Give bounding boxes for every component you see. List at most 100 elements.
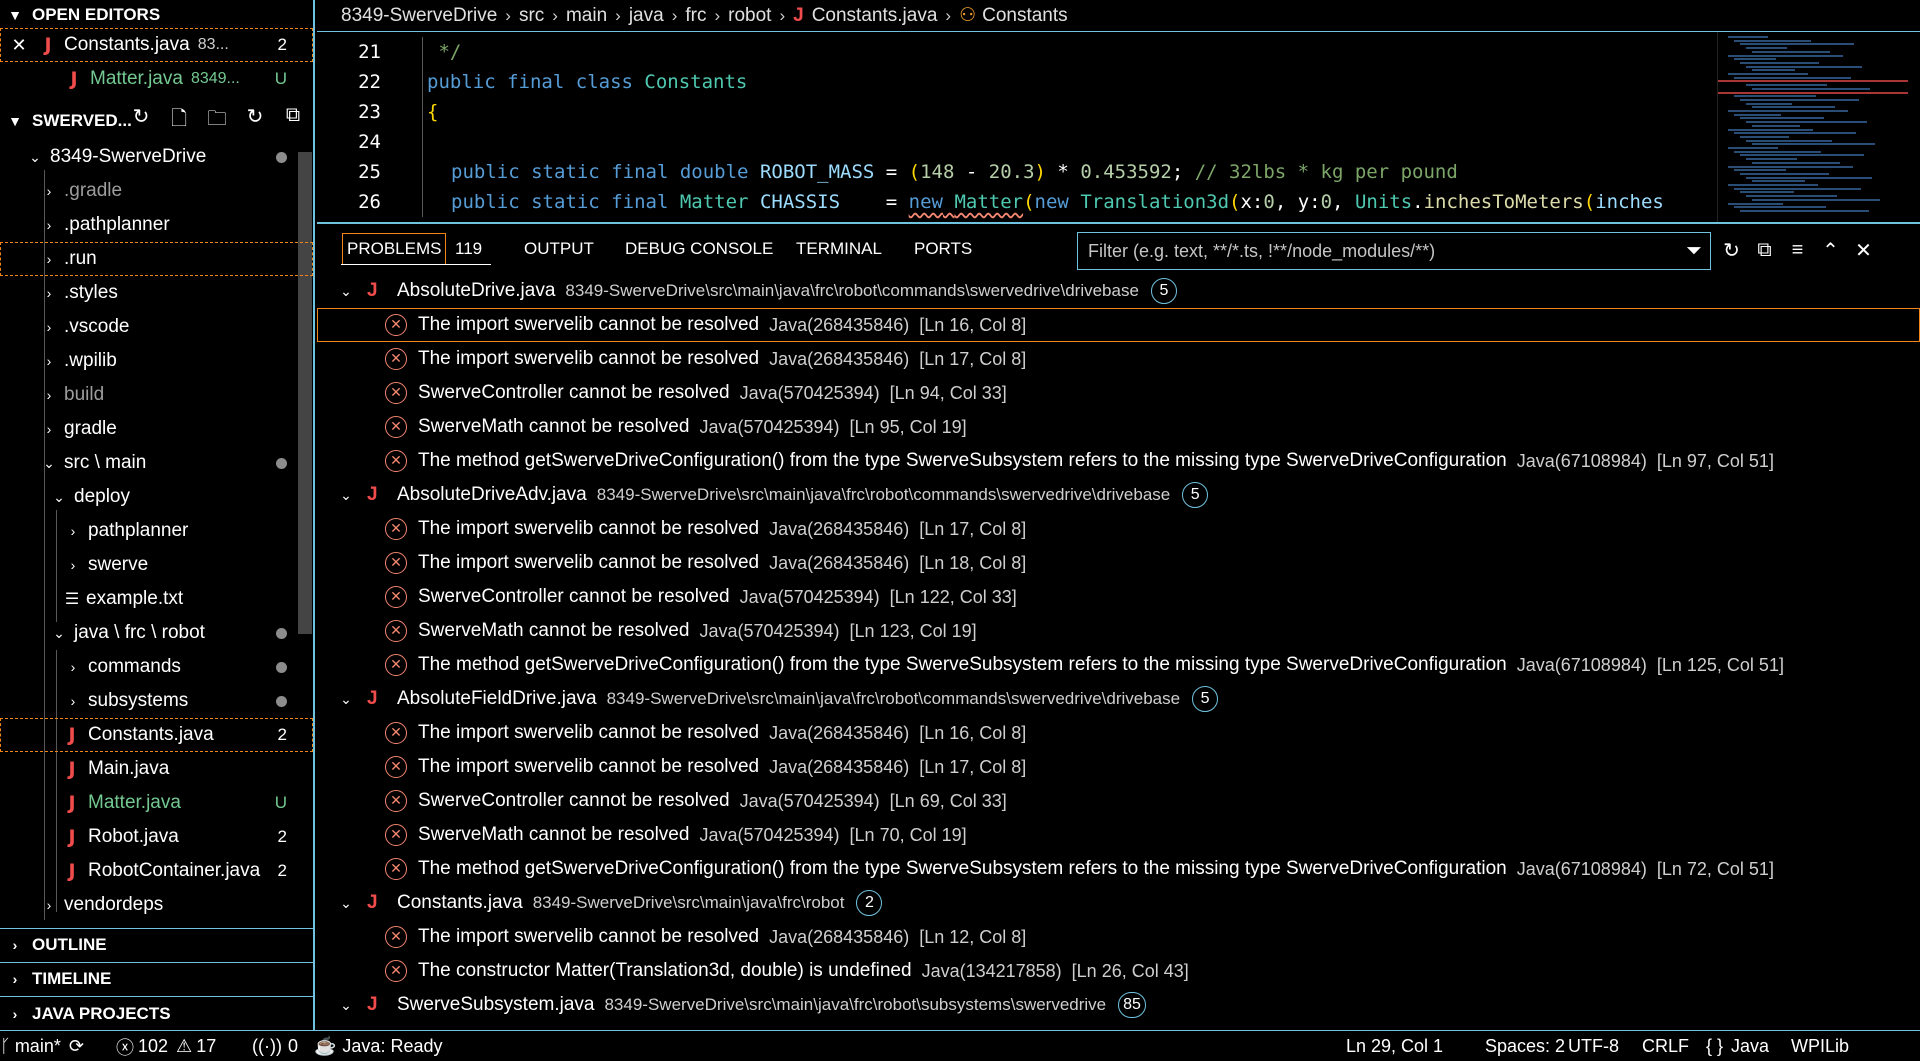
eol-status[interactable]: CRLF (1642, 1031, 1689, 1061)
breadcrumb-item[interactable]: 8349-SwerveDrive (341, 5, 497, 27)
tree-item-build[interactable]: › build (0, 378, 313, 412)
problem-file-group[interactable]: ⌄ J AbsoluteFieldDrive.java 8349-SwerveDriv… (317, 682, 1920, 716)
breadcrumb-item[interactable]: java (629, 5, 664, 27)
problem-item[interactable]: ✕ SwerveMath cannot be resolved Java(57042… (317, 410, 1920, 444)
tree-item-styles[interactable]: › .styles (0, 276, 313, 310)
tree-item-commands[interactable]: › commands (0, 650, 313, 684)
code-line[interactable]: 24 (317, 127, 1717, 157)
tree-item-run[interactable]: › .run (0, 242, 313, 276)
problem-item[interactable]: ✕ The constructor Matter(Translation3d, d… (317, 954, 1920, 988)
tree-item-swerve[interactable]: › swerve (0, 548, 313, 582)
tree-root[interactable]: ⌄ 8349-SwerveDrive (0, 140, 313, 174)
problem-item[interactable]: ✕ The import swervelib cannot be resolved… (317, 750, 1920, 784)
explorer-header[interactable]: ▼ SWERVED... ↻ 🗋 🗀 ↻ ⧉ (0, 104, 313, 138)
tree-item-constants-java[interactable]: J Constants.java 2 (0, 718, 313, 752)
tree-item-vscode[interactable]: › .vscode (0, 310, 313, 344)
tab-ports[interactable]: PORTS (914, 234, 972, 264)
tab-problems[interactable]: PROBLEMS (341, 233, 447, 265)
encoding-status[interactable]: UTF-8 (1568, 1031, 1619, 1061)
breadcrumb-item[interactable]: Constants (982, 5, 1068, 27)
problem-item[interactable]: ✕ The import swervelib cannot be resolved… (317, 920, 1920, 954)
breadcrumb-item[interactable]: src (519, 5, 544, 27)
code-line[interactable]: 22 public final class Constants (317, 67, 1717, 97)
tree-item-matter-java[interactable]: J Matter.java U (0, 786, 313, 820)
code-line[interactable]: 21 */ (317, 37, 1717, 67)
tree-item-robotcontainer-java[interactable]: J RobotContainer.java 2 (0, 854, 313, 888)
language-status[interactable]: { } Java (1706, 1031, 1769, 1061)
problem-item[interactable]: ✕ The method getSwerveDriveConfiguration(… (317, 852, 1920, 886)
problems-status[interactable]: ⓧ 102 ⚠ 17 (116, 1031, 216, 1061)
code-line[interactable]: 25 public static final double ROBOT_MASS… (317, 157, 1717, 187)
tree-item-deploy[interactable]: ⌄ deploy (0, 480, 313, 514)
wpilib-status[interactable]: WPILib (1791, 1031, 1849, 1061)
problem-item[interactable]: ✕ The import swervelib cannot be resolved… (317, 512, 1920, 546)
tree-item-vendordeps[interactable]: › vendordeps (0, 888, 313, 922)
problem-item[interactable]: ✕ The import swervelib cannot be resolved… (317, 308, 1920, 342)
open-editor-constants[interactable]: ✕ J Constants.java 83... 2 (0, 28, 313, 62)
problem-file-group[interactable]: ⌄ J SwerveSubsystem.java 8349-SwerveDrive\s… (317, 988, 1920, 1022)
problem-item[interactable]: ✕ SwerveController cannot be resolved Java… (317, 784, 1920, 818)
problem-item[interactable]: ✕ The import swervelib cannot be resolved… (317, 546, 1920, 580)
problem-item[interactable]: ✕ The method getSwerveDriveConfiguration(… (317, 648, 1920, 682)
minimap[interactable] (1717, 32, 1920, 222)
tree-item-robot-java[interactable]: J Robot.java 2 (0, 820, 313, 854)
outline-header[interactable]: › OUTLINE (0, 928, 313, 960)
java-status[interactable]: ☕ Java: Ready (314, 1031, 442, 1061)
tree-item-pathplanner-hidden[interactable]: › .pathplanner (0, 208, 313, 242)
filter-icon[interactable]: ⏷ (1686, 240, 1702, 263)
problem-item[interactable]: ✕ The import swervelib cannot be resolved… (317, 342, 1920, 376)
problems-filter-input[interactable]: Filter (e.g. text, **/*.ts, !**/node_mod… (1077, 232, 1711, 270)
open-editor-matter[interactable]: J Matter.java 8349... U (0, 62, 313, 96)
tab-debug-console[interactable]: DEBUG CONSOLE (625, 234, 773, 264)
problem-file-group[interactable]: ⌄ J Constants.java 8349-SwerveDrive\src\mai… (317, 886, 1920, 920)
branch-status[interactable]: ᚴ main* ⟳ (0, 1031, 84, 1061)
maximize-panel-icon[interactable]: ⌃ (1814, 238, 1847, 263)
java-projects-header[interactable]: › JAVA PROJECTS (0, 996, 313, 1030)
problem-message: The constructor Matter(Translation3d, do… (418, 960, 912, 981)
refresh-icon[interactable]: ↻ (1715, 238, 1748, 263)
breadcrumb-item[interactable]: Constants.java (812, 5, 938, 27)
sync-icon[interactable]: ↻ (243, 104, 267, 138)
problem-item[interactable]: ✕ SwerveController cannot be resolved Java… (317, 580, 1920, 614)
collapse-all-icon[interactable]: ⧉ (281, 104, 305, 138)
problem-item[interactable]: ✕ SwerveMath cannot be resolved Java(57042… (317, 818, 1920, 852)
problem-item[interactable]: ✕ The import swervelib cannot be resolved… (317, 716, 1920, 750)
code-line[interactable]: 26 public static final Matter CHASSIS = … (317, 187, 1717, 217)
tab-terminal[interactable]: TERMINAL (796, 234, 882, 264)
code-editor[interactable]: 8349-SwerveDrive › src › main › java › frc › … (317, 0, 1920, 222)
new-file-icon[interactable]: 🗋 (167, 104, 191, 138)
ports-status[interactable]: ((·)) 0 (252, 1031, 298, 1061)
cursor-position[interactable]: Ln 29, Col 1 (1346, 1031, 1443, 1061)
close-panel-icon[interactable]: ✕ (1847, 238, 1880, 263)
error-icon: ✕ (385, 586, 407, 608)
code-line[interactable]: 23 { (317, 97, 1717, 127)
tree-item-gradle-hidden[interactable]: › .gradle (0, 174, 313, 208)
tree-item-main-java[interactable]: J Main.java (0, 752, 313, 786)
tree-item-pathplanner[interactable]: › pathplanner (0, 514, 313, 548)
tree-item-gradle[interactable]: › gradle (0, 412, 313, 446)
minimap-line (1740, 43, 1854, 46)
problem-file-group[interactable]: ⌄ J AbsoluteDriveAdv.java 8349-SwerveDrive\… (317, 478, 1920, 512)
problem-file-group[interactable]: ⌄ J AbsoluteDrive.java 8349-SwerveDrive\src… (317, 274, 1920, 308)
breadcrumb-item[interactable]: main (566, 5, 607, 27)
problem-item[interactable]: ✕ The method getSwerveDriveConfiguration(… (317, 444, 1920, 478)
breadcrumb-item[interactable]: robot (728, 5, 771, 27)
problem-item[interactable]: ✕ SwerveController cannot be resolved Java… (317, 376, 1920, 410)
tree-item-src-main[interactable]: ⌄ src \ main (0, 446, 313, 480)
new-folder-icon[interactable]: 🗀 (205, 104, 229, 138)
tree-item-subsystems[interactable]: › subsystems (0, 684, 313, 718)
refresh-icon[interactable]: ↻ (129, 104, 153, 138)
open-editors-header[interactable]: ▼ OPEN EDITORS (0, 0, 313, 30)
tree-item-java-frc-robot[interactable]: ⌄ java \ frc \ robot (0, 616, 313, 650)
close-icon[interactable]: ✕ (0, 35, 38, 56)
problem-item[interactable]: ✕ SwerveMath cannot be resolved Java(57042… (317, 614, 1920, 648)
modified-dot (276, 695, 287, 707)
indentation-status[interactable]: Spaces: 2 (1485, 1031, 1565, 1061)
breadcrumb-item[interactable]: frc (685, 5, 706, 27)
tree-item-wpilib[interactable]: › .wpilib (0, 344, 313, 378)
tree-item-example-txt[interactable]: ☰ example.txt (0, 582, 313, 616)
timeline-header[interactable]: › TIMELINE (0, 962, 313, 994)
view-as-list-icon[interactable]: ≡ (1781, 239, 1814, 262)
collapse-all-icon[interactable]: ⧉ (1748, 239, 1781, 262)
tab-output[interactable]: OUTPUT (524, 234, 594, 264)
